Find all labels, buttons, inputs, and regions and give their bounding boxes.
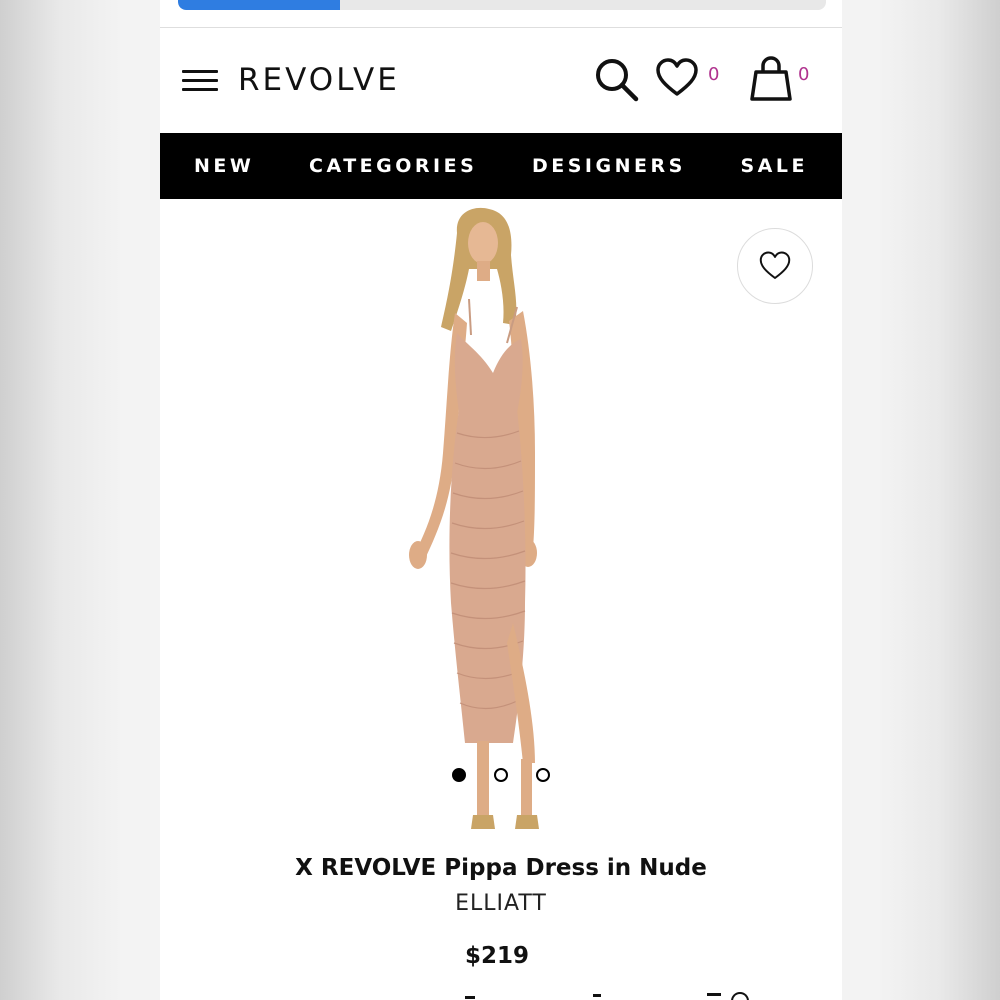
- mobile-page: REVOLVE 0 0 NEW CATEGORIES DESIGNERS SAL…: [160, 0, 842, 1000]
- nav-item-categories[interactable]: CATEGORIES: [309, 155, 477, 177]
- wishlist-heart-icon[interactable]: [655, 58, 699, 98]
- site-header: REVOLVE 0 0: [160, 28, 842, 133]
- heart-icon: [759, 251, 791, 279]
- page-load-progress: [178, 0, 826, 10]
- share-icon-2[interactable]: [593, 994, 601, 1000]
- share-icon-3[interactable]: [707, 993, 721, 1000]
- search-icon[interactable]: [594, 57, 640, 103]
- share-icons-row: [455, 990, 775, 1000]
- wishlist-count: 0: [708, 64, 720, 85]
- product-title: X REVOLVE Pippa Dress in Nude: [295, 855, 707, 881]
- nav-item-new[interactable]: NEW: [194, 155, 254, 177]
- hamburger-menu-icon[interactable]: [182, 70, 218, 92]
- share-icon-1[interactable]: [465, 996, 475, 1000]
- carousel-dot-1[interactable]: [452, 768, 466, 782]
- page-load-progress-fill: [178, 0, 340, 10]
- product-brand[interactable]: ELLIATT: [160, 891, 842, 916]
- nav-item-designers[interactable]: DESIGNERS: [532, 155, 686, 177]
- main-navigation: NEW CATEGORIES DESIGNERS SALE: [160, 133, 842, 199]
- carousel-pagination: [452, 768, 562, 782]
- add-to-wishlist-button[interactable]: [737, 228, 813, 304]
- bag-count: 0: [798, 64, 810, 85]
- nav-item-sale[interactable]: SALE: [740, 155, 807, 177]
- product-price: $219: [464, 943, 529, 969]
- carousel-dot-3[interactable]: [536, 768, 550, 782]
- carousel-dot-2[interactable]: [494, 768, 508, 782]
- shopping-bag-icon[interactable]: [749, 56, 793, 102]
- site-logo[interactable]: REVOLVE: [238, 58, 400, 102]
- share-icon-4[interactable]: [731, 992, 749, 1000]
- product-image-carousel[interactable]: [160, 199, 842, 844]
- browser-top-strip: [160, 0, 842, 28]
- product-image[interactable]: [385, 203, 585, 843]
